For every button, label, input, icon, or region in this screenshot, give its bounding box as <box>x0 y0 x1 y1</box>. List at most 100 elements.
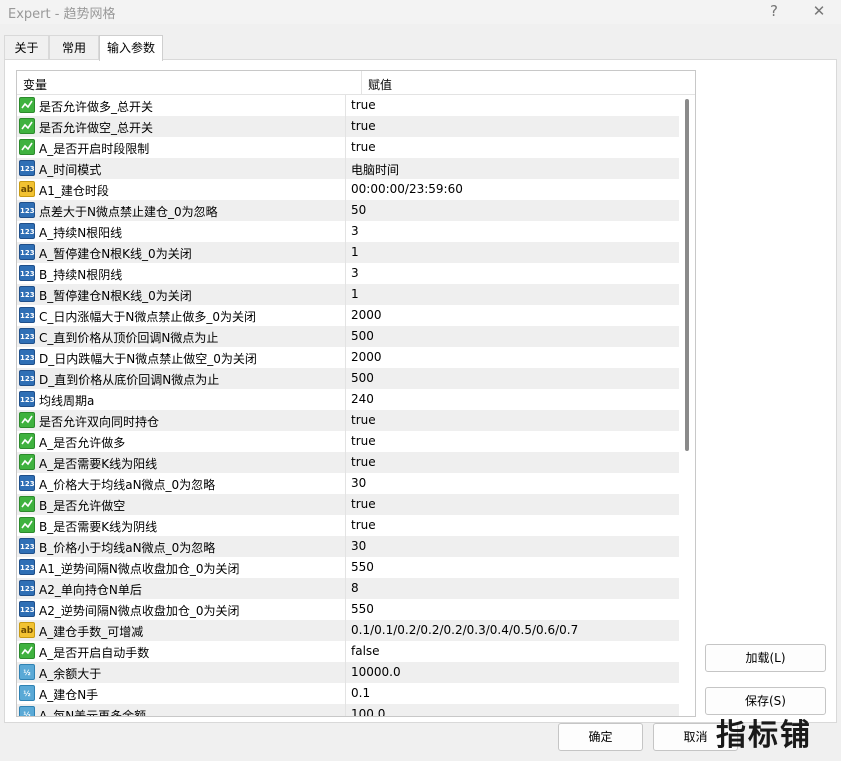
int-type-icon: 123 <box>19 328 35 344</box>
param-value[interactable]: 30 <box>351 539 366 553</box>
param-value[interactable]: true <box>351 434 376 448</box>
param-value[interactable]: true <box>351 497 376 511</box>
table-row[interactable]: 123 A1_逆势间隔N微点收盘加仓_0为关闭 550 <box>17 557 679 578</box>
param-value[interactable]: false <box>351 644 380 658</box>
load-button[interactable]: 加载(L) <box>705 644 826 672</box>
param-value[interactable]: 550 <box>351 560 374 574</box>
save-button[interactable]: 保存(S) <box>705 687 826 715</box>
param-value[interactable]: 100.0 <box>351 707 385 716</box>
param-name: D_日内跌幅大于N微点禁止做空_0为关闭 <box>39 352 257 366</box>
table-row[interactable]: ½ A_余额大于 10000.0 <box>17 662 679 683</box>
param-value[interactable]: 240 <box>351 392 374 406</box>
int-type-icon: 123 <box>19 391 35 407</box>
column-separator <box>345 704 346 716</box>
param-value[interactable]: 550 <box>351 602 374 616</box>
table-row[interactable]: 123 B_暂停建仓N根K线_0为关闭 1 <box>17 284 679 305</box>
param-value[interactable]: 500 <box>351 371 374 385</box>
param-value[interactable]: 50 <box>351 203 366 217</box>
table-row[interactable]: 123 A2_逆势间隔N微点收盘加仓_0为关闭 550 <box>17 599 679 620</box>
param-value[interactable]: 30 <box>351 476 366 490</box>
help-button[interactable]: ? <box>756 0 792 24</box>
column-separator <box>345 599 346 620</box>
param-name: 是否允许双向同时持仓 <box>39 415 160 429</box>
bool-type-icon <box>19 496 35 512</box>
table-row[interactable]: A_是否开启自动手数 false <box>17 641 679 662</box>
table-row[interactable]: B_是否允许做空 true <box>17 494 679 515</box>
table-row[interactable]: ab A_建仓手数_可增减 0.1/0.1/0.2/0.2/0.2/0.3/0.4/… <box>17 620 679 641</box>
table-row[interactable]: 123 D_日内跌幅大于N微点禁止做空_0为关闭 2000 <box>17 347 679 368</box>
param-value[interactable]: true <box>351 455 376 469</box>
param-value[interactable]: 00:00:00/23:59:60 <box>351 182 463 196</box>
param-value[interactable]: true <box>351 413 376 427</box>
header-value[interactable]: 赋值 <box>368 76 392 93</box>
tab-about[interactable]: 关于 <box>4 35 49 60</box>
tab-inputs[interactable]: 输入参数 <box>99 35 163 61</box>
param-value[interactable]: true <box>351 98 376 112</box>
param-name: C_日内涨幅大于N微点禁止做多_0为关闭 <box>39 310 256 324</box>
param-value[interactable]: 500 <box>351 329 374 343</box>
param-value[interactable]: 1 <box>351 245 359 259</box>
table-row[interactable]: 123 A2_单向持仓N单后 8 <box>17 578 679 599</box>
grid-rows: 是否允许做多_总开关 true 是否允许做空_总开关 true A_是否开启时段限制 tr… <box>17 95 679 716</box>
table-row[interactable]: 123 均线周期a 240 <box>17 389 679 410</box>
table-row[interactable]: 是否允许做空_总开关 true <box>17 116 679 137</box>
scrollbar-thumb[interactable] <box>685 99 689 451</box>
int-type-icon: 123 <box>19 601 35 617</box>
table-row[interactable]: A_是否允许做多 true <box>17 431 679 452</box>
table-row[interactable]: ab A1_建仓时段 00:00:00/23:59:60 <box>17 179 679 200</box>
header-variable[interactable]: 变量 <box>23 76 47 93</box>
param-value[interactable]: 电脑时间 <box>351 161 399 178</box>
table-row[interactable]: 123 C_日内涨幅大于N微点禁止做多_0为关闭 2000 <box>17 305 679 326</box>
int-type-icon: 123 <box>19 580 35 596</box>
param-name: A_建仓N手 <box>39 688 99 702</box>
param-name: A_是否需要K线为阳线 <box>39 457 158 471</box>
table-row[interactable]: 123 D_直到价格从底价回调N微点为止 500 <box>17 368 679 389</box>
param-value[interactable]: 10000.0 <box>351 665 401 679</box>
column-separator <box>345 641 346 662</box>
param-name: B_是否允许做空 <box>39 499 126 513</box>
table-row[interactable]: 是否允许双向同时持仓 true <box>17 410 679 431</box>
param-name: A1_建仓时段 <box>39 184 109 198</box>
param-value[interactable]: 8 <box>351 581 359 595</box>
table-row[interactable]: A_是否开启时段限制 true <box>17 137 679 158</box>
param-value[interactable]: true <box>351 518 376 532</box>
column-separator <box>345 326 346 347</box>
column-separator <box>345 557 346 578</box>
table-row[interactable]: ½ A_建仓N手 0.1 <box>17 683 679 704</box>
param-value[interactable]: true <box>351 140 376 154</box>
table-row[interactable]: 123 B_价格小于均线aN微点_0为忽略 30 <box>17 536 679 557</box>
table-row[interactable]: 123 B_持续N根阴线 3 <box>17 263 679 284</box>
table-row[interactable]: B_是否需要K线为阴线 true <box>17 515 679 536</box>
tab-common[interactable]: 常用 <box>49 35 99 60</box>
window-title: Expert - 趋势网格 <box>8 7 116 22</box>
column-separator <box>345 95 346 116</box>
param-value[interactable]: 3 <box>351 224 359 238</box>
table-row[interactable]: 123 C_直到价格从顶价回调N微点为止 500 <box>17 326 679 347</box>
ok-button[interactable]: 确定 <box>558 723 643 751</box>
param-name: B_是否需要K线为阴线 <box>39 520 158 534</box>
param-value[interactable]: 3 <box>351 266 359 280</box>
table-row[interactable]: 123 A_暂停建仓N根K线_0为关闭 1 <box>17 242 679 263</box>
bool-type-icon <box>19 97 35 113</box>
table-row[interactable]: 123 A_持续N根阳线 3 <box>17 221 679 242</box>
param-value[interactable]: true <box>351 119 376 133</box>
table-row[interactable]: 123 A_时间模式 电脑时间 <box>17 158 679 179</box>
table-row[interactable]: 123 点差大于N微点禁止建仓_0为忽略 50 <box>17 200 679 221</box>
param-value[interactable]: 0.1/0.1/0.2/0.2/0.2/0.3/0.4/0.5/0.6/0.7 <box>351 623 578 637</box>
bool-type-icon <box>19 412 35 428</box>
grid-header: 变量 赋值 <box>17 71 695 95</box>
param-value[interactable]: 2000 <box>351 350 382 364</box>
close-button[interactable]: ✕ <box>801 0 837 24</box>
param-name: A1_逆势间隔N微点收盘加仓_0为关闭 <box>39 562 240 576</box>
vertical-scrollbar[interactable] <box>680 95 695 716</box>
table-row[interactable]: ½ A_每N美元再多余额 100.0 <box>17 704 679 716</box>
table-row[interactable]: 是否允许做多_总开关 true <box>17 95 679 116</box>
table-row[interactable]: A_是否需要K线为阳线 true <box>17 452 679 473</box>
bool-type-icon <box>19 517 35 533</box>
param-value[interactable]: 0.1 <box>351 686 370 700</box>
column-separator <box>345 431 346 452</box>
param-name: A_时间模式 <box>39 163 102 177</box>
param-value[interactable]: 1 <box>351 287 359 301</box>
table-row[interactable]: 123 A_价格大于均线aN微点_0为忽略 30 <box>17 473 679 494</box>
param-value[interactable]: 2000 <box>351 308 382 322</box>
